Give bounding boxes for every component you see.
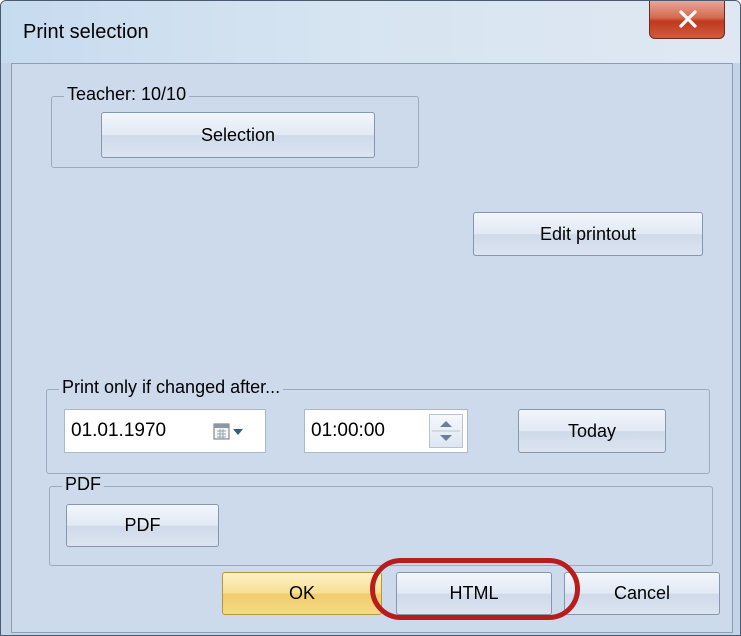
today-button[interactable]: Today — [518, 409, 666, 453]
time-value: 01:00:00 — [311, 420, 385, 441]
time-field[interactable]: 01:00:00 — [304, 409, 468, 453]
time-spinner[interactable] — [429, 414, 463, 448]
close-button[interactable] — [649, 1, 725, 39]
html-button[interactable]: HTML — [396, 572, 552, 615]
close-icon — [679, 10, 697, 28]
edit-printout-button[interactable]: Edit printout — [473, 212, 703, 256]
pdf-group-legend: PDF — [62, 474, 104, 495]
ok-button[interactable]: OK — [222, 572, 382, 615]
print-selection-dialog: Print selection Teacher: 10/10 Selection… — [0, 0, 741, 636]
title-bar[interactable]: Print selection — [1, 1, 740, 63]
date-field[interactable]: 01.01.1970 — [64, 409, 266, 453]
changed-after-legend: Print only if changed after... — [59, 377, 284, 398]
spinner-arrows-icon — [432, 421, 460, 441]
teacher-group-legend: Teacher: 10/10 — [64, 84, 190, 105]
pdf-button[interactable]: PDF — [66, 504, 219, 547]
calendar-dropdown-icon[interactable] — [213, 423, 255, 447]
date-value: 01.01.1970 — [71, 420, 167, 441]
dialog-body: Teacher: 10/10 Selection Edit printout P… — [11, 63, 733, 633]
window-title: Print selection — [23, 21, 149, 43]
selection-button[interactable]: Selection — [101, 112, 375, 158]
cancel-button[interactable]: Cancel — [564, 572, 720, 615]
